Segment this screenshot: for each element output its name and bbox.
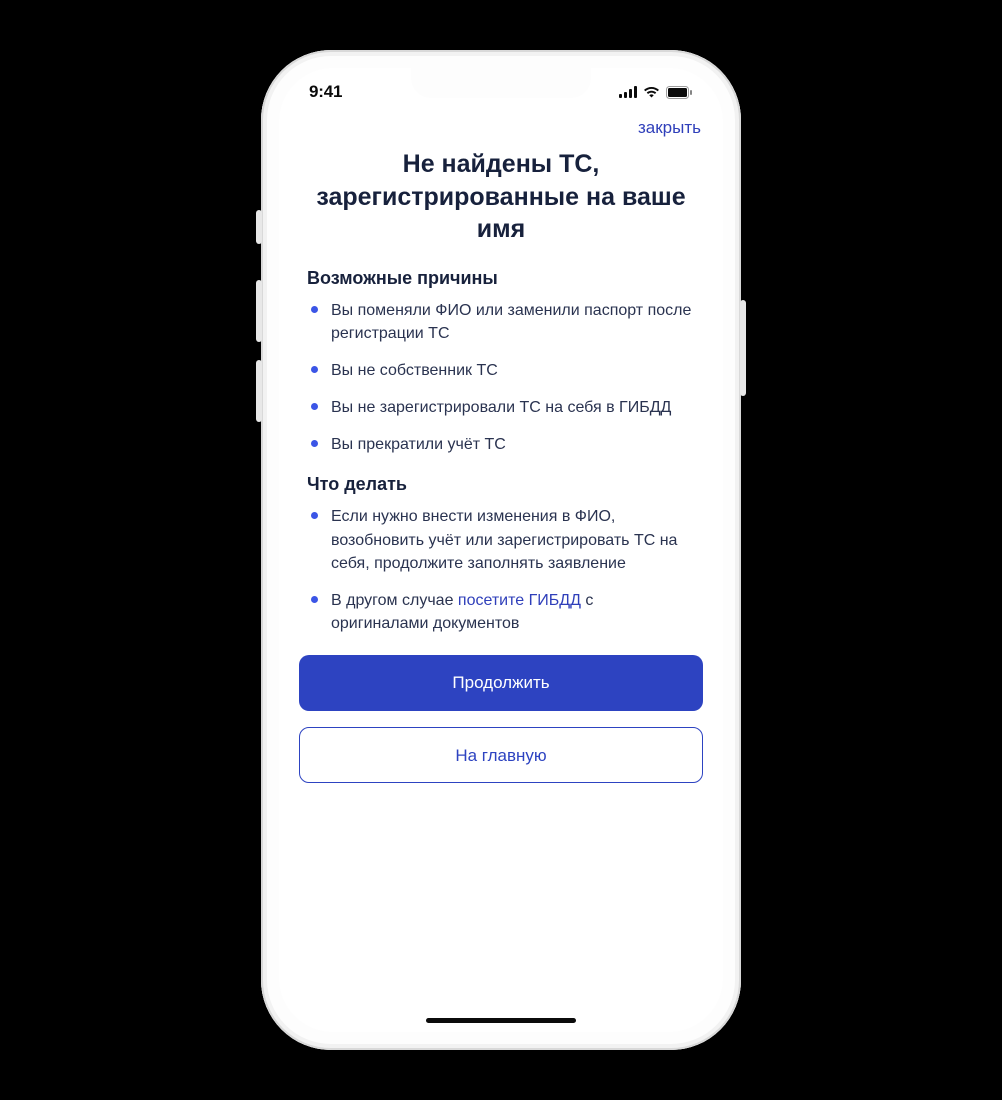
cellular-signal-icon <box>619 86 637 98</box>
list-item: Вы не зарегистрировали ТС на себя в ГИБД… <box>307 396 695 419</box>
volume-down-button <box>256 360 262 422</box>
continue-button[interactable]: Продолжить <box>299 655 703 711</box>
home-indicator[interactable] <box>426 1018 576 1023</box>
phone-device-frame: 9:41 <box>261 50 741 1050</box>
actions-heading: Что делать <box>307 474 695 495</box>
button-stack: Продолжить На главную <box>279 649 723 783</box>
list-item: Вы прекратили учёт ТС <box>307 433 695 456</box>
home-button[interactable]: На главную <box>299 727 703 783</box>
wifi-icon <box>643 86 660 98</box>
phone-screen: 9:41 <box>279 68 723 1032</box>
page-title: Не найдены ТС, зарегистрированные на ваш… <box>307 148 695 246</box>
actions-list: Если нужно внести изменения в ФИО, возоб… <box>307 505 695 635</box>
list-item: Вы поменяли ФИО или заменили паспорт пос… <box>307 299 695 345</box>
list-item: Если нужно внести изменения в ФИО, возоб… <box>307 505 695 575</box>
list-item: Вы не собственник ТС <box>307 359 695 382</box>
battery-icon <box>666 86 693 99</box>
silence-switch <box>256 210 262 244</box>
status-time: 9:41 <box>309 82 342 102</box>
visit-gibdd-link[interactable]: посетите ГИБДД <box>458 592 581 609</box>
volume-up-button <box>256 280 262 342</box>
close-link[interactable]: закрыть <box>638 118 701 138</box>
reasons-heading: Возможные причины <box>307 268 695 289</box>
reasons-list: Вы поменяли ФИО или заменили паспорт пос… <box>307 299 695 457</box>
status-icons <box>619 86 693 99</box>
power-button <box>740 300 746 396</box>
phone-notch <box>411 68 591 98</box>
list-item: В другом случае посетите ГИБДД с оригина… <box>307 589 695 635</box>
page-content: Не найдены ТС, зарегистрированные на ваш… <box>279 144 723 635</box>
action-item-prefix: В другом случае <box>331 592 458 609</box>
